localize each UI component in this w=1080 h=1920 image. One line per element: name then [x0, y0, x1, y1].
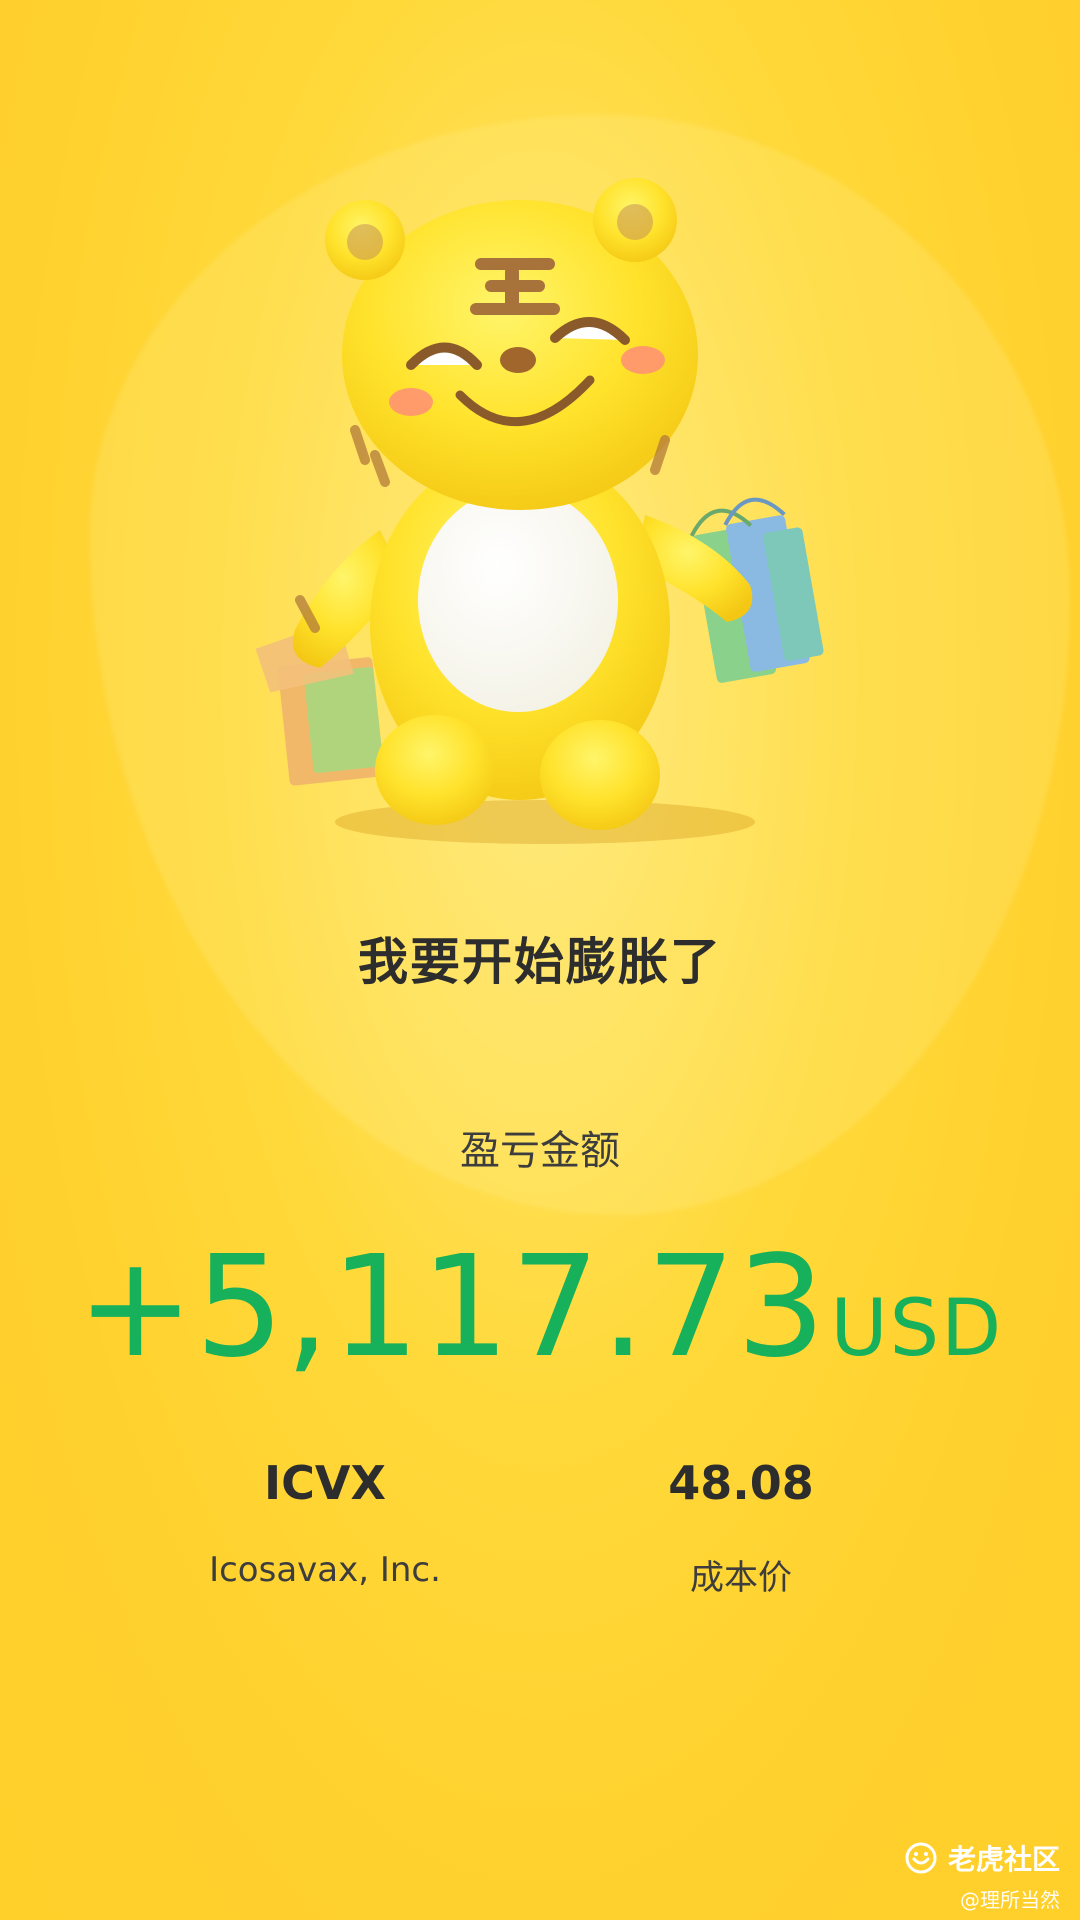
- stock-name: Icosavax, Inc.: [209, 1550, 441, 1590]
- pnl-amount: +5,117.73USD: [0, 1238, 1080, 1378]
- cost-info: 48.08 成本价: [561, 1456, 921, 1599]
- watermark: 老虎社区 @理所当然: [904, 1838, 1060, 1913]
- tiger-mascot-icon: [255, 178, 824, 844]
- pnl-label: 盈亏金额: [460, 1128, 620, 1174]
- pnl-value: +5,117.73: [76, 1226, 827, 1389]
- headline-title: 我要开始膨胀了: [358, 933, 722, 991]
- cost-label: 成本价: [690, 1558, 792, 1598]
- stock-symbol: ICVX: [264, 1456, 386, 1510]
- cost-value: 48.08: [668, 1456, 814, 1510]
- tiger-logo-icon: [905, 1842, 937, 1874]
- watermark-brand: 老虎社区: [947, 1843, 1060, 1876]
- pnl-currency: USD: [830, 1284, 1004, 1374]
- watermark-user: @理所当然: [960, 1888, 1060, 1912]
- stock-info: ICVX Icosavax, Inc.: [145, 1456, 505, 1590]
